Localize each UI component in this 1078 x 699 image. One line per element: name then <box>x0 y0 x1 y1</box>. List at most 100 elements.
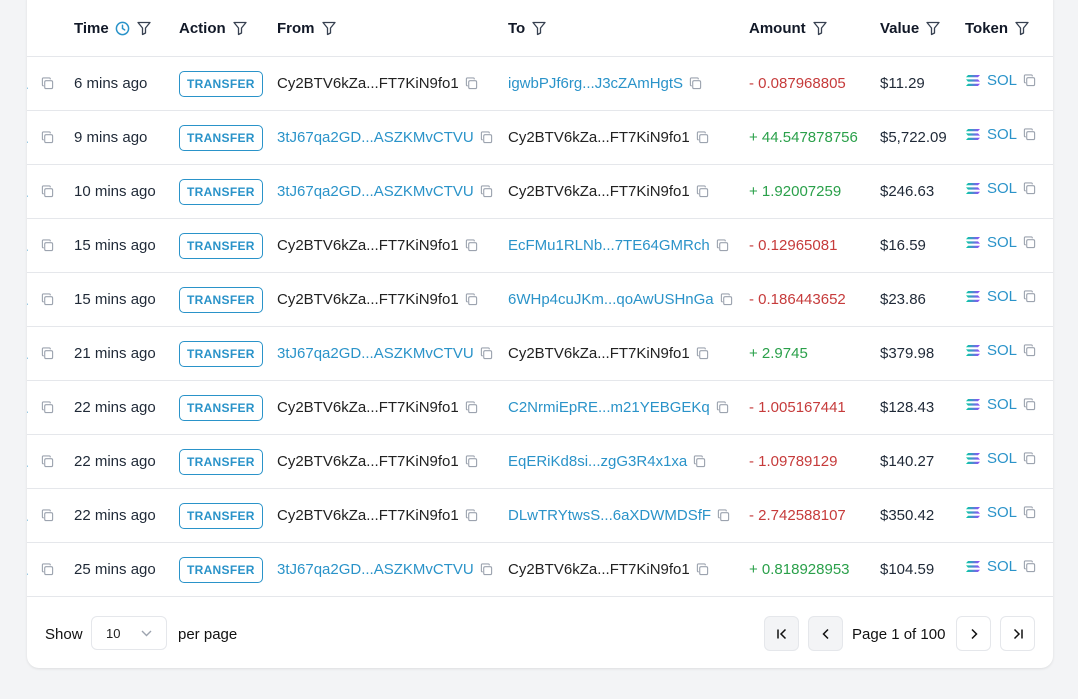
copy-icon[interactable] <box>465 77 478 90</box>
row-time-text: 22 mins ago <box>74 399 156 416</box>
copy-icon[interactable] <box>41 401 54 414</box>
copy-icon[interactable] <box>41 293 54 306</box>
copy-icon[interactable] <box>1023 344 1036 357</box>
copy-icon[interactable] <box>465 239 478 252</box>
signature-truncated[interactable]: .. <box>27 454 29 470</box>
row-time: 10 mins ago <box>74 165 156 218</box>
copy-icon[interactable] <box>1023 560 1036 573</box>
from-address[interactable]: 3tJ67qa2GD...ASZKMvCTVU <box>277 561 474 578</box>
copy-icon[interactable] <box>1023 182 1036 195</box>
row-time: 22 mins ago <box>74 381 156 434</box>
token-link[interactable]: SOL <box>965 288 1017 305</box>
copy-icon[interactable] <box>480 131 493 144</box>
copy-icon[interactable] <box>41 185 54 198</box>
token-link[interactable]: SOL <box>965 234 1017 251</box>
copy-icon[interactable] <box>41 563 54 576</box>
copy-icon[interactable] <box>696 563 709 576</box>
copy-icon[interactable] <box>716 239 729 252</box>
to-address[interactable]: EcFMu1RLNb...7TE64GMRch <box>508 237 710 254</box>
token-link[interactable]: SOL <box>965 450 1017 467</box>
signature-truncated[interactable]: .. <box>27 292 29 308</box>
copy-icon[interactable] <box>696 347 709 360</box>
row-time: 25 mins ago <box>74 543 156 596</box>
copy-icon[interactable] <box>1023 506 1036 519</box>
signature-truncated[interactable]: .. <box>27 130 29 146</box>
filter-icon[interactable] <box>812 20 828 36</box>
solana-icon <box>966 237 980 248</box>
copy-icon[interactable] <box>696 131 709 144</box>
copy-icon[interactable] <box>720 293 733 306</box>
copy-icon[interactable] <box>480 563 493 576</box>
copy-icon[interactable] <box>716 401 729 414</box>
copy-icon[interactable] <box>1023 290 1036 303</box>
copy-icon[interactable] <box>1023 398 1036 411</box>
from-address[interactable]: 3tJ67qa2GD...ASZKMvCTVU <box>277 345 474 362</box>
signature-truncated[interactable]: .. <box>27 238 29 254</box>
to-address[interactable]: igwbPJf6rg...J3cZAmHgtS <box>508 75 683 92</box>
row-signature-cell: .. <box>27 273 54 326</box>
copy-icon[interactable] <box>41 509 54 522</box>
row-amount: - 0.186443652 <box>749 273 846 326</box>
from-address[interactable]: 3tJ67qa2GD...ASZKMvCTVU <box>277 183 474 200</box>
clock-icon[interactable] <box>115 21 130 36</box>
signature-truncated[interactable]: .. <box>27 400 29 416</box>
row-value-text: $11.29 <box>880 75 925 92</box>
row-action: TRANSFER <box>179 111 263 164</box>
action-badge: TRANSFER <box>179 556 263 583</box>
copy-icon[interactable] <box>41 239 54 252</box>
copy-icon[interactable] <box>480 347 493 360</box>
to-address[interactable]: 6WHp4cuJKm...qoAwUSHnGa <box>508 291 714 308</box>
first-page-button[interactable] <box>764 616 799 651</box>
copy-icon[interactable] <box>465 401 478 414</box>
token-link[interactable]: SOL <box>965 180 1017 197</box>
copy-icon[interactable] <box>696 185 709 198</box>
copy-icon[interactable] <box>465 509 478 522</box>
token-link[interactable]: SOL <box>965 396 1017 413</box>
filter-icon[interactable] <box>232 20 248 36</box>
row-signature-cell: .. <box>27 111 54 164</box>
filter-icon[interactable] <box>321 20 337 36</box>
filter-icon[interactable] <box>1014 20 1030 36</box>
page-size-select[interactable]: 10 <box>91 616 167 650</box>
copy-icon[interactable] <box>1023 236 1036 249</box>
copy-icon[interactable] <box>41 77 54 90</box>
copy-icon[interactable] <box>1023 128 1036 141</box>
copy-icon[interactable] <box>41 455 54 468</box>
token-link[interactable]: SOL <box>965 342 1017 359</box>
col-time-header: Time <box>74 0 152 56</box>
copy-icon[interactable] <box>465 455 478 468</box>
filter-icon[interactable] <box>925 20 941 36</box>
token-link[interactable]: SOL <box>965 72 1017 89</box>
copy-icon[interactable] <box>480 185 493 198</box>
signature-truncated[interactable]: .. <box>27 346 29 362</box>
copy-icon[interactable] <box>1023 74 1036 87</box>
copy-icon[interactable] <box>693 455 706 468</box>
prev-page-button[interactable] <box>808 616 843 651</box>
to-address[interactable]: C2NrmiEpRE...m21YEBGEKq <box>508 399 710 416</box>
row-amount: + 44.547878756 <box>749 111 858 164</box>
to-address[interactable]: DLwTRYtwsS...6aXDWMDSfF <box>508 507 711 524</box>
copy-icon[interactable] <box>689 77 702 90</box>
token-link[interactable]: SOL <box>965 126 1017 143</box>
last-page-button[interactable] <box>1000 616 1035 651</box>
copy-icon[interactable] <box>1023 452 1036 465</box>
token-link[interactable]: SOL <box>965 504 1017 521</box>
to-address: Cy2BTV6kZa...FT7KiN9fo1 <box>508 183 690 200</box>
filter-icon[interactable] <box>531 20 547 36</box>
row-action: TRANSFER <box>179 165 263 218</box>
solana-icon <box>966 291 980 302</box>
from-address[interactable]: 3tJ67qa2GD...ASZKMvCTVU <box>277 129 474 146</box>
filter-icon[interactable] <box>136 20 152 36</box>
row-time: 22 mins ago <box>74 489 156 542</box>
signature-truncated[interactable]: .. <box>27 562 29 578</box>
signature-truncated[interactable]: .. <box>27 76 29 92</box>
copy-icon[interactable] <box>465 293 478 306</box>
token-link[interactable]: SOL <box>965 558 1017 575</box>
next-page-button[interactable] <box>956 616 991 651</box>
copy-icon[interactable] <box>717 509 730 522</box>
copy-icon[interactable] <box>41 347 54 360</box>
to-address[interactable]: EqERiKd8si...zgG3R4x1xa <box>508 453 687 470</box>
signature-truncated[interactable]: .. <box>27 184 29 200</box>
signature-truncated[interactable]: .. <box>27 508 29 524</box>
copy-icon[interactable] <box>41 131 54 144</box>
